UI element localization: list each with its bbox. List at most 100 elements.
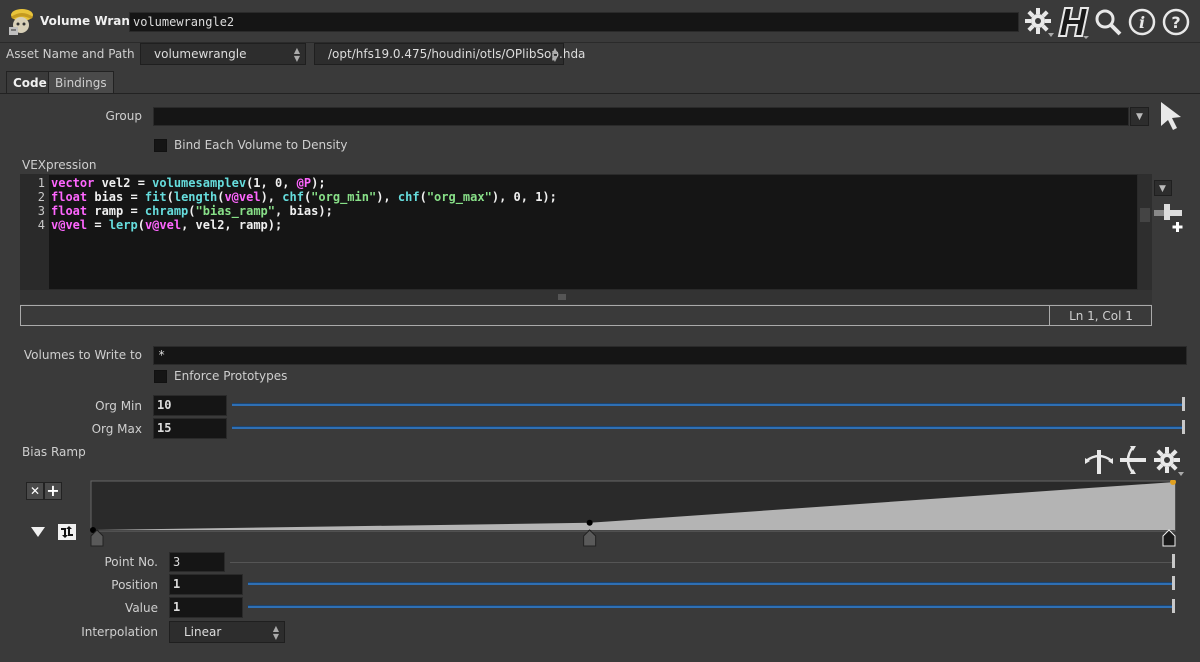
line-number: 4 [37,218,45,232]
org-min-label: Org Min [95,399,142,413]
group-label: Group [105,109,142,123]
code-line[interactable]: 2 float bias = fit(length(v@vel), chf("or… [21,190,1121,204]
code-token: , bias); [275,204,333,218]
org-min-input[interactable]: 10 [153,395,227,416]
chevron-down-icon: ▼ [1159,184,1166,194]
code-vscrollbar[interactable] [1138,174,1152,290]
volumes-write-label: Volumes to Write to [23,348,142,362]
bind-each-checkbox[interactable] [154,139,167,152]
code-lines: 1 vector vel2 = volumesamplev(1, 0, @P); 2… [21,176,1121,232]
point-no-input[interactable]: 3 [169,552,225,572]
code-token: vector [51,176,95,190]
scroll-thumb[interactable] [558,294,566,300]
tab-bindings[interactable]: Bindings [48,71,114,93]
code-line[interactable]: 1 vector vel2 = volumesamplev(1, 0, @P); [21,176,1121,190]
code-editor[interactable]: 1 vector vel2 = volumesamplev(1, 0, @P); 2… [20,174,1138,290]
tab-code[interactable]: Code [6,71,54,93]
value-slider[interactable] [248,605,1174,608]
org-max-input[interactable]: 15 [153,418,227,439]
asset-name-value: volumewrangle [154,47,247,61]
position-label: Position [111,578,158,592]
code-token: volumesamplev [152,176,247,190]
org-max-slider[interactable] [232,426,1184,429]
code-token: ( [419,190,427,204]
position-input[interactable]: 1 [169,574,243,595]
code-token: float [51,190,88,204]
chevron-updown-icon: ▲ ▼ [551,46,559,63]
org-max-label: Org Max [91,422,142,436]
ramp-delete-point-button[interactable]: ✕ [26,482,44,500]
code-token: ), [260,190,283,204]
flip-vertical-icon[interactable] [1118,445,1148,475]
group-input[interactable] [153,107,1129,126]
bind-each-label: Bind Each Volume to Density [174,138,348,152]
code-token: fit [144,190,167,204]
code-token: chf [282,190,304,204]
code-token: "org_min" [311,190,377,204]
code-token: length [173,190,218,204]
info-icon[interactable]: i [1127,7,1157,37]
code-token: bias = [87,190,145,204]
value-input[interactable]: 1 [169,597,243,618]
code-token: "bias_ramp" [195,204,275,218]
chevron-down-icon: ▼ [1136,112,1143,122]
code-token: ), 0, 1); [491,190,557,204]
org-min-slider[interactable] [232,403,1184,406]
search-icon[interactable] [1093,7,1123,37]
code-token: ( [188,204,196,218]
code-hscrollbar[interactable] [20,290,1152,304]
code-token: ramp = [87,204,145,218]
interpolation-dropdown[interactable]: Linear ▲ ▼ [169,621,285,643]
code-token: chramp [144,204,189,218]
code-token: @P [296,176,312,190]
ramp-collapse-icon[interactable] [30,526,46,538]
code-line[interactable]: 3 float ramp = chramp("bias_ramp", bias); [21,204,1121,218]
code-token: (1, 0, [246,176,297,190]
asset-path-value: /opt/hfs19.0.475/houdini/otls/OPlibSop.h… [328,47,586,61]
ramp-swap-icon[interactable] [58,524,76,540]
code-token: ), [376,190,398,204]
value-slider-handle[interactable] [1172,599,1175,613]
ramp-key-handle[interactable] [583,529,597,547]
asset-name-path-label: Asset Name and Path [6,47,135,61]
houdini-h-icon[interactable] [1057,5,1091,39]
node-name-input[interactable]: volumewrangle2 [129,12,1019,32]
help-icon[interactable]: ? [1161,7,1191,37]
position-slider[interactable] [248,582,1174,585]
editor-menu-button[interactable]: ▼ [1154,180,1172,196]
editor-status-bar: Ln 1, Col 1 [20,305,1152,326]
volumes-write-input[interactable]: * [153,346,1187,365]
line-number: 3 [37,204,45,218]
code-token: lerp [108,218,138,232]
asset-name-dropdown[interactable]: volumewrangle ▲ ▼ [140,43,306,65]
ramp-point[interactable] [586,519,593,526]
asset-path-dropdown[interactable]: /opt/hfs19.0.475/houdini/otls/OPlibSop.h… [314,43,585,65]
chevron-updown-icon: ▲ ▼ [272,624,280,641]
code-token: v@vel [224,190,261,204]
point-no-slider-handle[interactable] [1172,554,1175,568]
ramp-key-handle[interactable] [1162,529,1176,547]
enforce-prototypes-checkbox[interactable] [154,370,167,383]
code-token: ( [137,218,145,232]
cursor-position: Ln 1, Col 1 [1069,309,1133,323]
svg-text:i: i [1139,13,1145,32]
code-line[interactable]: 4 v@vel = lerp(v@vel, vel2, ramp); [21,218,1121,232]
code-token: vel2 = [94,176,153,190]
point-no-slider[interactable] [230,562,1174,563]
position-slider-handle[interactable] [1172,576,1175,590]
ramp-add-point-button[interactable]: + [44,482,62,500]
create-spare-params-icon[interactable] [1152,200,1188,234]
gear-icon[interactable] [1152,445,1186,477]
org-min-slider-handle[interactable] [1182,397,1185,411]
select-arrow-icon[interactable] [1158,100,1184,132]
point-no-label: Point No. [104,555,158,569]
code-token: "org_max" [426,190,492,204]
flip-horizontal-icon[interactable] [1084,447,1114,475]
interpolation-label: Interpolation [81,625,158,639]
group-menu-button[interactable]: ▼ [1130,107,1149,126]
line-number: 2 [37,190,45,204]
scroll-thumb[interactable] [1140,208,1150,222]
org-max-slider-handle[interactable] [1182,420,1185,434]
gear-icon[interactable] [1024,7,1054,37]
ramp-editor[interactable] [90,479,1178,560]
